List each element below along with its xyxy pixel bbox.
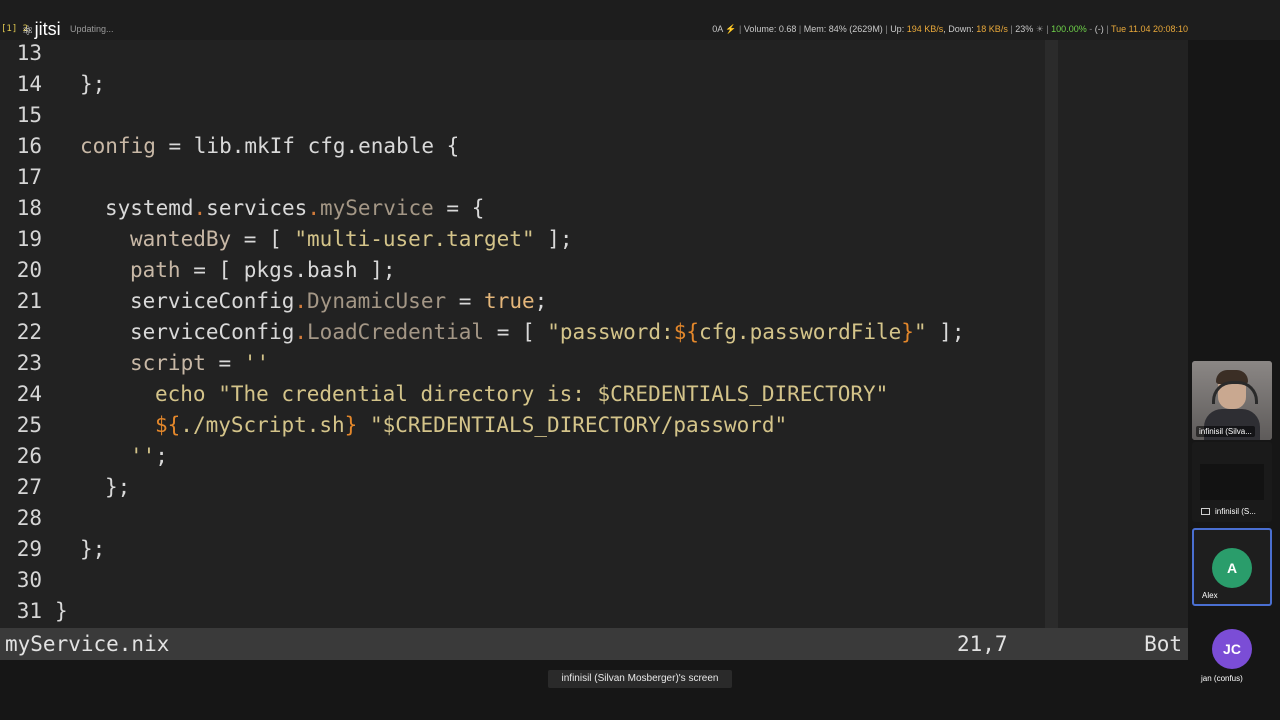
participant-tile-alex[interactable]: A Alex [1192, 528, 1272, 606]
updating-text: Updating... [70, 24, 114, 34]
line-number: 18 [16, 196, 42, 220]
cursor-position: 21,7 [957, 632, 1008, 656]
line-number: 21 [16, 289, 42, 313]
line-number: 20 [16, 258, 42, 282]
line-number: 22 [16, 320, 42, 344]
line-number: 25 [16, 413, 42, 437]
code-text: }; [105, 475, 131, 499]
stat-cpu: 23% [1015, 24, 1034, 34]
code-text: path = [ pkgs.bash ]; [130, 258, 396, 282]
line-number: 24 [16, 382, 42, 406]
shared-screen-label: infinisil (Silvan Mosberger)'s screen [548, 670, 732, 688]
participant-name: Alex [1202, 591, 1218, 600]
stat-down-value: 18 KB/s [976, 24, 1008, 34]
line-number: 28 [16, 506, 42, 530]
line-number: 17 [16, 165, 42, 189]
screen-thumbnail [1200, 464, 1264, 500]
code-editor[interactable]: 13 14}; 15 16 config = lib.mkIf cfg.enabl… [0, 40, 1188, 628]
participant-tile-infinisil-screen[interactable]: infinisil (S... [1192, 442, 1272, 522]
code-text: serviceConfig.LoadCredential = [ "passwo… [130, 320, 965, 344]
top-status-bar: [1] 2 ⚛jitsi Updating... 0A ⚡ | Volume: … [0, 0, 1280, 40]
screen-share-icon [1201, 508, 1210, 516]
stat-up-label: Up: [890, 24, 905, 34]
line-number: 16 [16, 134, 42, 158]
participant-tile-jan[interactable]: JC jan (confus) [1192, 611, 1272, 689]
code-text: echo "The credential directory is: $CRED… [155, 382, 889, 406]
system-stats: 0A ⚡ | Volume: 0.68 | Mem: 84% (2629M) |… [712, 24, 1188, 34]
line-number: 14 [16, 72, 42, 96]
participant-tile-infinisil-camera[interactable]: infinisil (Silva... [1192, 361, 1272, 440]
participant-name-row: infinisil (S... [1198, 506, 1259, 517]
color-column [1045, 40, 1058, 628]
app-name: jitsi [34, 19, 61, 39]
line-number: 15 [16, 103, 42, 127]
code-text: config = lib.mkIf cfg.enable { [80, 134, 460, 158]
line-number: 27 [16, 475, 42, 499]
line-number: 13 [16, 41, 42, 65]
stat-volume: Volume: 0.68 [743, 24, 797, 34]
participant-name: jan (confus) [1201, 674, 1243, 683]
stat-up-value: 194 KB/s [906, 24, 944, 34]
avatar: JC [1212, 629, 1252, 669]
participant-name: infinisil (S... [1215, 507, 1256, 516]
line-number: 26 [16, 444, 42, 468]
code-text: } [55, 599, 68, 623]
line-number: 31 [16, 599, 42, 623]
participant-name: infinisil (Silva... [1196, 426, 1255, 437]
line-number: 23 [16, 351, 42, 375]
code-text: systemd.services.myService = { [105, 196, 485, 220]
stat-battery-extra: (-) [1094, 24, 1104, 34]
line-number: 30 [16, 568, 42, 592]
stat-battery: 100.00% [1051, 24, 1087, 34]
code-text: ${./myScript.sh} "$CREDENTIALS_DIRECTORY… [155, 413, 788, 437]
file-name: myService.nix [5, 632, 170, 656]
code-text: wantedBy = [ "multi-user.target" ]; [130, 227, 573, 251]
stat-mem: Mem: 84% (2629M) [803, 24, 883, 34]
jitsi-logo: ⚛jitsi [22, 19, 61, 40]
line-number: 19 [16, 227, 42, 251]
code-text: }; [80, 537, 106, 561]
code-text: }; [80, 72, 106, 96]
editor-statusline: myService.nix 21,7 Bot [0, 628, 1188, 660]
stat-down-label: Down: [948, 24, 974, 34]
jitsi-mark-icon: ⚛ [22, 23, 34, 38]
code-text: ''; [130, 444, 168, 468]
code-text: script = '' [130, 351, 270, 375]
stat-datetime: Tue 11.04 20:08:10 [1110, 24, 1188, 34]
code-text: serviceConfig.DynamicUser = true; [130, 289, 548, 313]
stat-a: 0A [712, 24, 723, 34]
line-number: 29 [16, 537, 42, 561]
avatar: A [1212, 548, 1252, 588]
scroll-position: Bot [1144, 632, 1182, 656]
